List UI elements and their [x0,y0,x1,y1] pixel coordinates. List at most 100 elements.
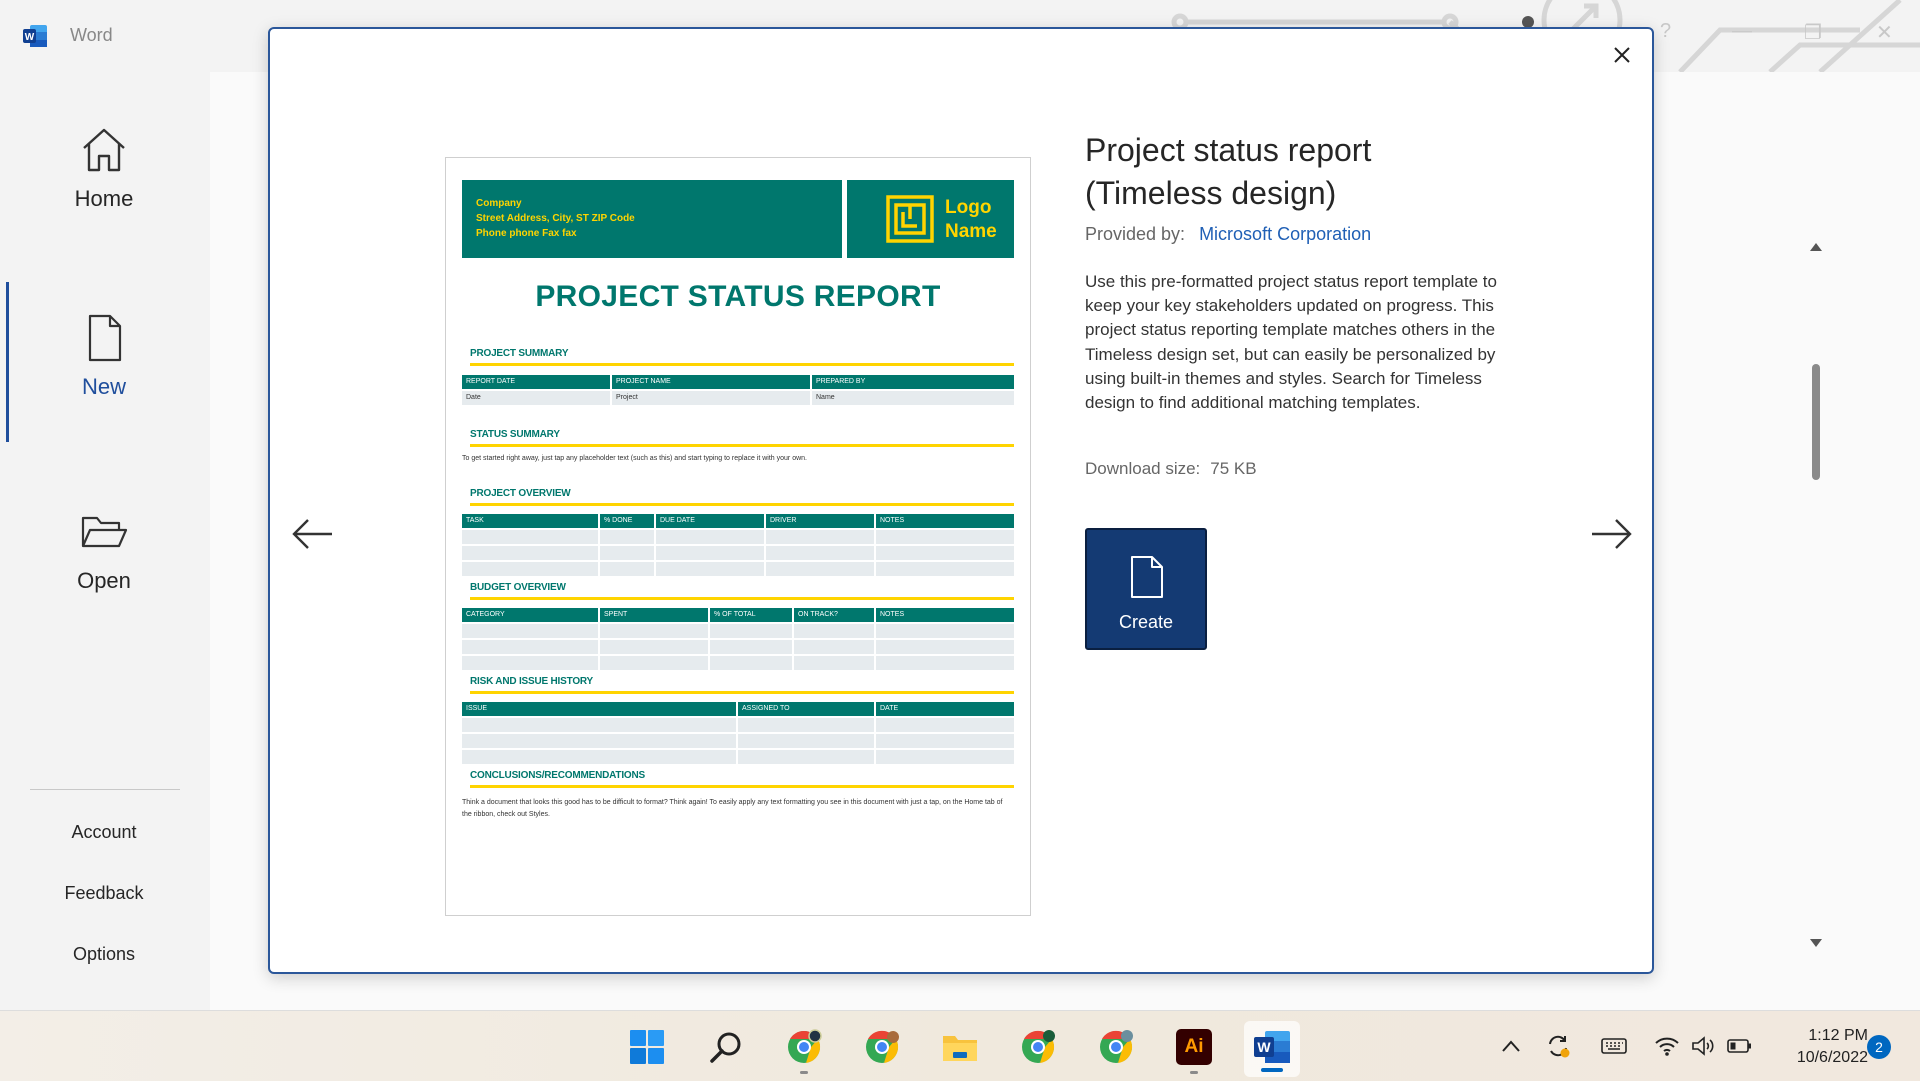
tray-wifi[interactable] [1653,1033,1681,1059]
doc-table-header-cell: NOTES [876,514,1014,528]
doc-table-row [462,530,1014,544]
doc-table-header: TASK % DONE DUE DATE DRIVER NOTES [462,514,1014,528]
doc-section-risk-history: RISK AND ISSUE HISTORY [470,676,594,687]
svg-text:W: W [1257,1039,1271,1055]
new-document-icon [1128,554,1166,600]
download-size-row: Download size: 75 KB [1085,459,1257,479]
doc-table-header-cell: PREPARED BY [812,375,1014,389]
dialog-close-button[interactable] [1606,39,1638,71]
chrome-icon [788,1029,822,1063]
taskbar-search-button[interactable] [704,1025,748,1069]
doc-company-name: Company [476,198,522,209]
arrow-left-icon [292,519,332,549]
running-indicator [1190,1071,1198,1074]
doc-table-row [462,624,1014,638]
doc-section-rule [470,597,1014,600]
doc-section-status-summary: STATUS SUMMARY [470,429,560,440]
doc-table-budget-overview: CATEGORY SPENT % OF TOTAL ON TRACK? NOTE… [462,608,1014,670]
taskbar-clock[interactable]: 1:12 PM 10/6/2022 [1768,1025,1868,1069]
chrome-icon [866,1030,899,1063]
doc-table-row [462,640,1014,654]
doc-table-cell: Date [462,391,612,405]
taskbar-word[interactable]: W [1250,1025,1294,1069]
nav-label-open: Open [77,568,131,593]
doc-status-text: To get started right away, just tap any … [462,455,807,462]
app-name: Word [70,25,113,45]
doc-section-rule [470,503,1014,506]
doc-title: PROJECT STATUS REPORT [535,280,941,313]
doc-table-row [462,562,1014,576]
doc-conclusions-text: Think a document that looks this good ha… [462,799,1003,818]
doc-table-row [462,656,1014,670]
word-icon: W [22,24,48,48]
tray-volume[interactable] [1690,1033,1718,1059]
notification-badge[interactable]: 2 [1867,1035,1891,1059]
doc-section-rule [470,785,1014,788]
nav-link-account[interactable]: Account [0,822,208,843]
provider-link[interactable]: Microsoft Corporation [1199,224,1371,244]
restore-button[interactable]: ❐ [1804,20,1822,45]
download-size-label: Download size: [1085,459,1201,478]
doc-table-row: Date Project Name [462,391,1014,405]
nav-item-new[interactable]: New [0,312,208,400]
doc-table-cell: Name [812,391,1014,405]
taskbar-illustrator[interactable]: Ai [1172,1025,1216,1069]
provided-by-label: Provided by: [1085,224,1186,244]
template-title: Project status report (Timeless design) [1085,132,1372,211]
svg-text:W: W [25,32,35,43]
tray-sync[interactable] [1544,1033,1572,1059]
help-button[interactable]: ? [1660,20,1671,43]
active-app-indicator [1261,1068,1283,1072]
doc-table-header-cell: DUE DATE [656,514,766,528]
previous-template-button[interactable] [288,509,338,559]
tray-keyboard[interactable] [1600,1033,1628,1059]
doc-table-header: ISSUE ASSIGNED TO DATE [462,702,1014,716]
word-icon: W [1254,1031,1290,1063]
start-icon [630,1030,664,1064]
doc-logo-icon [885,194,935,244]
window-close-button[interactable]: ✕ [1876,20,1893,45]
scroll-down-arrow[interactable] [1808,936,1824,950]
next-template-button[interactable] [1586,509,1636,559]
taskbar-chrome-4[interactable] [1094,1025,1138,1069]
create-button-label: Create [1118,612,1174,632]
tray-overflow-button[interactable] [1497,1033,1525,1059]
nav-link-feedback[interactable]: Feedback [0,883,208,904]
start-button[interactable] [625,1025,669,1069]
doc-table-header-cell: TASK [462,514,600,528]
doc-company-block: Company Street Address, City, ST ZIP Cod… [476,196,635,241]
nav-link-options[interactable]: Options [0,944,208,965]
close-icon [1614,47,1630,63]
taskbar-file-explorer[interactable] [938,1025,982,1069]
taskbar-chrome-3[interactable] [1016,1025,1060,1069]
doc-logo-box: Logo Name [847,180,1014,258]
taskbar-chrome-1[interactable] [782,1025,826,1069]
doc-table-project-summary: REPORT DATE PROJECT NAME PREPARED BY Dat… [462,375,1014,405]
nav-label-new: New [81,374,126,399]
nav-label-home: Home [74,186,134,211]
template-preview-dialog: Company Street Address, City, ST ZIP Cod… [268,27,1654,974]
arrow-right-icon [1592,519,1632,549]
scroll-up-arrow[interactable] [1808,240,1824,254]
nav-item-open[interactable]: Open [0,506,208,594]
doc-table-header-cell: REPORT DATE [462,375,612,389]
minimize-button[interactable]: — [1732,20,1752,43]
template-description: Use this pre-formatted project status re… [1085,272,1497,413]
nav-item-home[interactable]: Home [0,124,208,212]
scrollbar-thumb[interactable] [1812,364,1820,480]
doc-company-address: Street Address, City, ST ZIP Code [476,213,635,224]
file-explorer-icon [943,1036,977,1061]
doc-table-row [462,750,1014,764]
tray-battery[interactable] [1726,1033,1754,1059]
chrome-icon [1022,1030,1055,1063]
doc-table-header-cell: SPENT [600,608,710,622]
create-button[interactable]: Create [1085,528,1207,650]
doc-logo-text: Logo Name [945,196,997,244]
doc-table-header-cell: % OF TOTAL [710,608,794,622]
taskbar-chrome-2[interactable] [860,1025,904,1069]
doc-table-row [462,718,1014,732]
doc-table-header-cell: CATEGORY [462,608,600,622]
doc-section-budget-overview: BUDGET OVERVIEW [470,582,566,593]
doc-table-header: CATEGORY SPENT % OF TOTAL ON TRACK? NOTE… [462,608,1014,622]
wifi-icon [1655,1037,1679,1056]
